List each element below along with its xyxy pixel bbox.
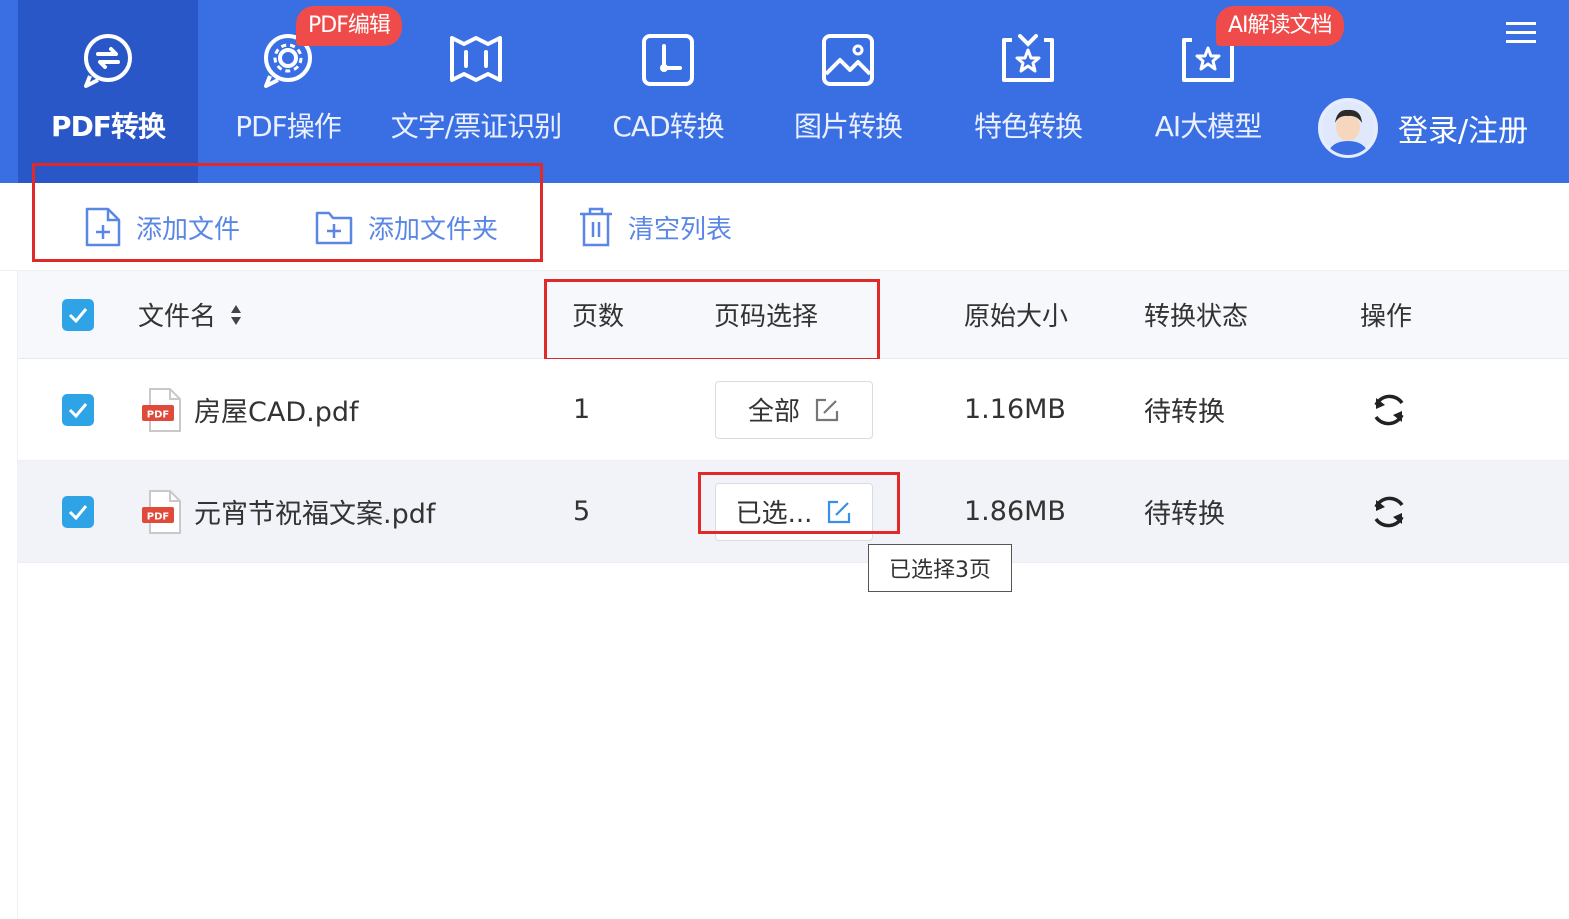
nav-item-ocr[interactable]: 文字/票证识别 [378,0,574,183]
sort-icon[interactable] [230,304,242,326]
pdf-file-icon: PDF [142,387,181,432]
convert-status: 待转换 [1144,499,1225,530]
checkbox-checked [62,393,94,426]
check-icon [68,307,88,323]
left-panel-edge [0,271,18,919]
nav-label: 图片转换 [793,110,903,143]
page-count: 1 [573,394,591,425]
column-status: 转换状态 [1144,302,1249,332]
file-name-cell: PDF 元宵节祝福文案.pdf [140,461,435,562]
file-size: 1.16MB [964,394,1066,425]
file-name: 房屋CAD.pdf [194,397,359,428]
nav-label: 特色转换 [973,110,1083,143]
nav-label: CAD转换 [612,110,724,143]
edit-icon [815,398,839,421]
highlight-box-page-select [698,472,900,534]
row-checkbox[interactable] [62,461,94,562]
nav-item-image-convert[interactable]: 图片转换 [758,0,938,183]
select-all-checkbox[interactable] [62,271,94,358]
nav-label: AI大模型 [1154,110,1262,143]
refresh-action[interactable] [1368,461,1410,562]
check-icon [68,402,88,418]
nav-item-cad-convert[interactable]: CAD转换 [578,0,758,183]
nav-item-pdf-convert[interactable]: PDF转换 [18,0,198,183]
checkbox-checked [62,298,94,331]
user-avatar-icon [1321,101,1375,155]
table-row: PDF 房屋CAD.pdf 1 全部 1.16MB 待转换 [18,359,1569,461]
checkbox-checked [62,495,94,528]
svg-text:PDF: PDF [147,511,169,522]
clear-list-button[interactable]: 清空列表 [578,205,732,249]
nav-item-special-convert[interactable]: 特色转换 [938,0,1118,183]
star-box-icon [1002,34,1054,82]
login-button[interactable]: 登录/注册 [1318,96,1528,160]
cad-icon [642,34,694,86]
refresh-icon [1374,394,1404,425]
page-select-button[interactable]: 全部 [715,380,873,439]
nav-label: 文字/票证识别 [390,110,562,143]
trash-icon [580,207,612,247]
svg-text:PDF: PDF [147,409,169,420]
login-label: 登录/注册 [1398,114,1529,149]
file-name: 元宵节祝福文案.pdf [194,499,436,530]
nav-label: PDF转换 [51,110,166,143]
highlight-box-page-columns [544,279,880,361]
file-name-cell: PDF 房屋CAD.pdf [140,359,358,460]
scan-frame-icon [450,36,502,82]
refresh-icon [1374,496,1404,527]
convert-status: 待转换 [1144,397,1225,428]
avatar [1318,98,1378,158]
refresh-action[interactable] [1368,359,1410,460]
hamburger-menu-icon[interactable] [1506,20,1536,50]
highlight-box-add-buttons [32,163,543,262]
column-filename-label: 文件名 [138,302,217,332]
row-checkbox[interactable] [62,359,94,460]
column-filename[interactable]: 文件名 [138,271,242,358]
page-select-value: 全部 [747,397,800,427]
pdf-file-icon: PDF [142,489,181,534]
image-icon [822,34,874,86]
top-navigation: PDF转换 PDF操作 PDF编辑 文字/票证识别 CAD转换 图片转换 特色转… [0,0,1569,183]
convert-circle-icon [84,34,132,88]
page-count: 5 [573,496,591,527]
ai-read-badge[interactable]: AI解读文档 [1216,6,1344,46]
check-icon [68,504,88,520]
page-select-tooltip: 已选择3页 [868,544,1012,592]
page-select-cell: 全部 [715,359,873,460]
column-action: 操作 [1360,302,1413,332]
column-size: 原始大小 [964,302,1069,332]
nav-label: PDF操作 [235,110,342,143]
clear-list-label: 清空列表 [628,214,733,245]
